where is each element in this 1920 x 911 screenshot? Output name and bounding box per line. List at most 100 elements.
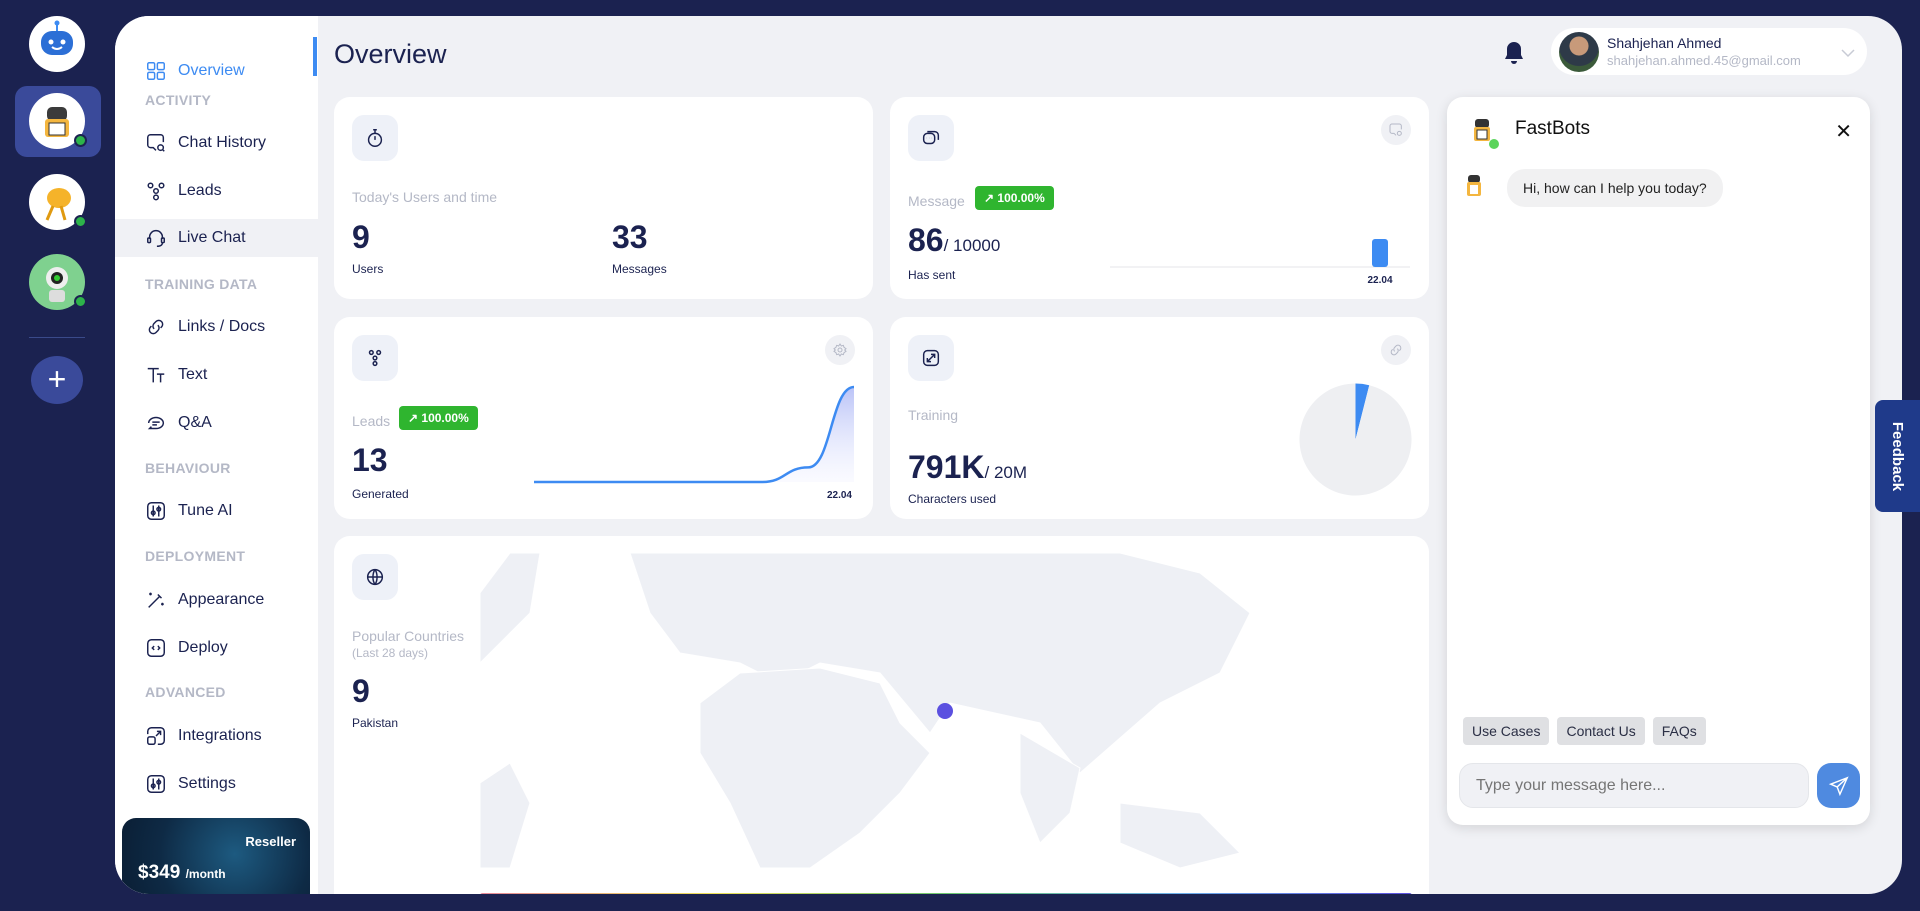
sliders-icon [147,502,165,520]
section-training-data: TRAINING DATA [145,276,258,292]
plan-period: /month [185,867,226,881]
notification-bell-icon[interactable] [1503,40,1525,66]
training-total: / 20M [984,463,1028,482]
countries-period: (Last 28 days) [352,646,429,660]
active-page-indicator [313,37,317,76]
countries-label: Popular Countries [352,628,465,644]
robot-logo-icon [41,20,73,55]
sidebar-item-tune-ai[interactable]: Tune AI [115,492,318,530]
sidebar-item-appearance[interactable]: Appearance [115,581,318,619]
close-icon[interactable]: ✕ [1835,119,1852,144]
messages-label: Messages [612,262,667,276]
sidebar-item-qa[interactable]: Q&A [115,404,318,442]
sidebar-nav: Overview ACTIVITY Chat History Leads Liv… [115,16,318,894]
sidebar-item-label: Deploy [178,639,228,656]
sidebar-item-text[interactable]: Text [115,356,318,394]
map-data-point[interactable] [937,703,953,719]
sidebar-item-links-docs[interactable]: Links / Docs [115,308,318,346]
color-scale-bar [480,893,1412,894]
users-group-icon [352,335,398,381]
bot-avatar-main[interactable] [29,16,85,72]
send-icon [1828,775,1849,796]
sidebar-item-label: Appearance [178,591,265,608]
leads-value: 13 [352,442,388,478]
countries-card: Popular Countries (Last 28 days) 9 Pakis… [334,536,1429,894]
link-icon[interactable] [1381,335,1411,365]
sidebar-item-leads[interactable]: Leads [115,172,318,210]
sidebar-item-label: Settings [178,775,236,792]
sidebar-item-overview[interactable]: Overview [115,52,318,90]
rail-divider [29,337,85,338]
bot-avatar-icon [1465,115,1499,149]
leads-caption: Generated [352,487,409,501]
messages-value: 33 [612,219,648,255]
chat-search-icon[interactable] [1381,115,1411,145]
training-caption: Characters used [908,492,997,506]
chat-search-icon [147,134,165,152]
sidebar-item-label: Tune AI [178,502,233,519]
map-north-america [480,553,541,664]
bot-greeting-message: Hi, how can I help you today? [1507,169,1723,207]
qa-chat-icon [147,416,165,430]
message-value-row: 86/ 10000 [908,222,1000,259]
bot-avatar-cartoon[interactable] [29,174,87,230]
chat-message-input[interactable] [1459,763,1809,808]
message-value: 86 [908,222,944,258]
quick-reply-contact-us[interactable]: Contact Us [1557,717,1645,745]
sidebar-item-settings[interactable]: Settings [115,765,318,803]
feedback-label: Feedback [1889,421,1907,491]
training-value-row: 791K/ 20M [908,449,1027,486]
quick-reply-faqs[interactable]: FAQs [1652,717,1706,745]
map-africa [699,667,931,868]
quick-reply-use-cases[interactable]: Use Cases [1463,717,1550,745]
sidebar-item-deploy[interactable]: Deploy [115,629,318,667]
users-card-label: Today's Users and time [352,189,498,205]
world-map[interactable] [480,553,1412,868]
users-label: Users [352,262,384,276]
messages-bar-chart: 22.04 [1110,239,1410,286]
page-title: Overview [334,39,447,69]
sidebar-item-live-chat[interactable]: Live Chat [115,219,318,257]
pie-slice [1299,383,1412,496]
feedback-tab[interactable]: Feedback [1875,400,1920,512]
sidebar-item-label: Overview [178,62,245,79]
plan-price: $349 [138,862,181,883]
code-window-icon [147,639,165,657]
sidebar-item-label[interactable]: Links / Docs [178,318,265,336]
users-card: Today's Users and time 9 Users 33 Messag… [334,97,873,299]
online-status-icon [74,295,87,308]
chart-x-tick: 22.04 [1367,275,1392,286]
map-south-america [480,762,531,868]
expand-icon [908,335,954,381]
globe-icon [352,554,398,600]
bot-message-avatar-icon [1461,172,1487,202]
online-status-icon [74,215,87,228]
add-bot-button[interactable]: + [31,356,83,404]
chat-widget: FastBots ✕ Hi, how can I help you today?… [1447,97,1870,825]
online-status-icon [74,134,87,147]
user-profile-menu[interactable]: Shahjehan Ahmed shahjehan.ahmed.45@gmail… [1551,28,1867,75]
settings-icon[interactable] [825,335,855,365]
message-card: Message ↗ 100.00% 86/ 10000 Has sent 22.… [890,97,1429,299]
grid-icon [147,62,165,80]
bot-avatar-assistant[interactable] [29,93,87,149]
sidebar-item-chat-history[interactable]: Chat History [115,124,318,162]
section-deployment: DEPLOYMENT [145,548,246,564]
message-caption: Has sent [908,268,956,282]
sidebar-item-label: Chat History [178,134,267,151]
section-advanced: ADVANCED [145,684,226,700]
leads-card: Leads ↗ 100.00% 13 Generated 22.04 [334,317,873,519]
sidebar-item-integrations[interactable]: Integrations [115,717,318,755]
map-southeast-asia [1119,802,1241,868]
leads-area-chart: 22.04 [534,385,854,501]
sidebar-item-label: Live Chat [178,229,246,246]
countries-value: 9 [352,673,370,709]
training-label: Training [908,407,959,423]
send-button[interactable] [1817,763,1860,808]
plan-card[interactable]: Reseller $349 /month [122,818,310,894]
training-card: Training 791K/ 20M Characters used [890,317,1429,519]
users-group-icon [147,182,165,201]
bot-avatar-robot[interactable] [29,254,87,310]
stopwatch-icon [352,115,398,161]
plan-price-row: $349 /month [138,862,226,884]
